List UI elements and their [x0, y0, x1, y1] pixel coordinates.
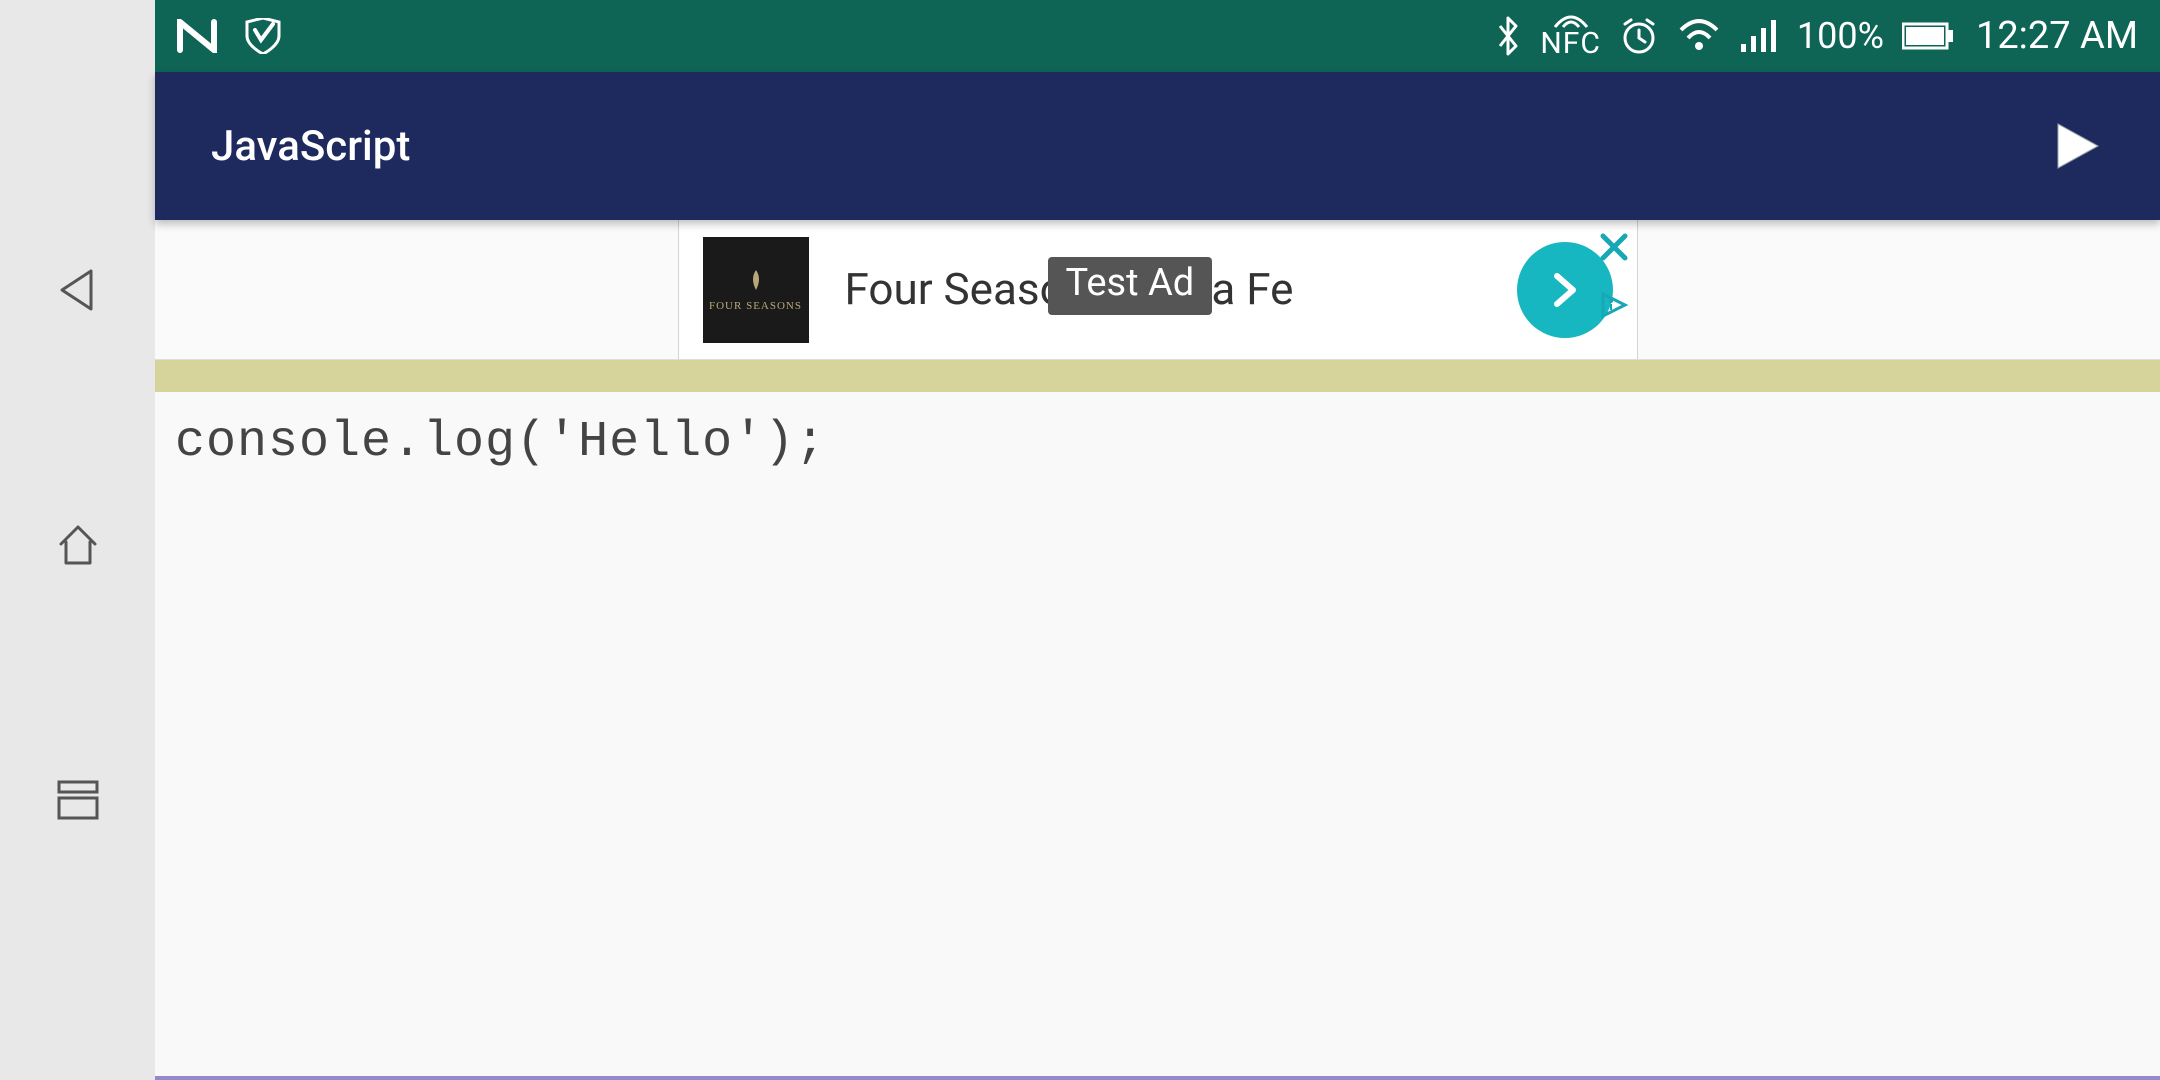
close-icon [1599, 232, 1629, 262]
app-screen: NFC 100% 12:27 AM JavaScript [155, 0, 2160, 1080]
ad-logo: FOUR SEASONS [703, 237, 809, 343]
leaf-icon [743, 268, 769, 294]
android-nav-rail [0, 0, 155, 1080]
app-title: JavaScript [211, 122, 410, 171]
clock-time: 12:27 AM [1976, 14, 2138, 58]
back-triangle-icon [53, 265, 103, 315]
code-content: console.log('Hello'); [175, 414, 826, 471]
ad-test-badge: Test Ad [1048, 257, 1213, 315]
n-logo-icon [177, 19, 217, 53]
divider-bar [155, 360, 2160, 392]
ad-controls [1599, 232, 1629, 324]
code-editor[interactable]: console.log('Hello'); [155, 392, 2160, 1080]
ad-banner[interactable]: FOUR SEASONS Four Seasons Santa Fe Test … [678, 220, 1638, 359]
back-button[interactable] [48, 260, 108, 320]
app-toolbar: JavaScript [155, 72, 2160, 220]
recent-apps-button[interactable] [48, 770, 108, 830]
android-status-bar: NFC 100% 12:27 AM [155, 0, 2160, 72]
recent-apps-icon [53, 778, 103, 822]
signal-icon [1739, 18, 1779, 54]
ad-logo-text: FOUR SEASONS [709, 300, 802, 312]
status-right-cluster: NFC 100% 12:27 AM [1494, 13, 2138, 59]
battery-percent: 100% [1797, 15, 1884, 57]
wifi-icon [1677, 18, 1721, 54]
play-icon [2048, 118, 2104, 174]
chevron-right-icon [1543, 268, 1587, 312]
bluetooth-icon [1494, 16, 1522, 56]
ad-headline-wrap: Four Seasons Santa Fe Test Ad [845, 263, 1294, 316]
ad-info-button[interactable] [1599, 290, 1629, 324]
adchoices-icon [1599, 290, 1629, 320]
home-button[interactable] [48, 515, 108, 575]
run-button[interactable] [2048, 118, 2104, 174]
nfc-icon: NFC [1540, 13, 1601, 59]
nfc-label: NFC [1540, 29, 1601, 59]
play-badge-icon [243, 18, 283, 54]
ad-close-button[interactable] [1599, 232, 1629, 268]
alarm-icon [1619, 16, 1659, 56]
home-icon [53, 520, 103, 570]
ad-banner-row: FOUR SEASONS Four Seasons Santa Fe Test … [155, 220, 2160, 360]
status-left-icons [177, 18, 283, 54]
battery-icon [1902, 21, 1954, 51]
